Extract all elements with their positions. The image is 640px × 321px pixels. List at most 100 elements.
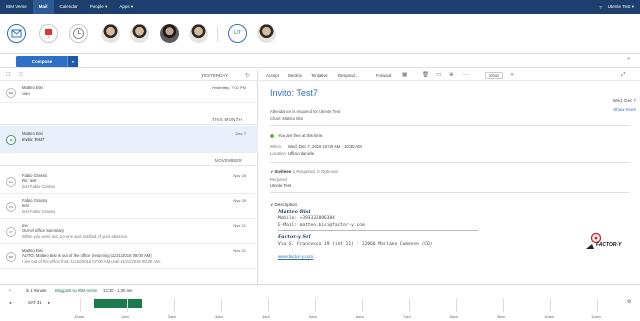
timeline-gridline (315, 298, 316, 312)
mail-clock-icon[interactable] (7, 24, 26, 43)
contact-avatar[interactable] (189, 24, 208, 43)
list-item[interactable]: UT me Out-of-office Summary While you we… (0, 219, 258, 244)
timeline-gridline (503, 298, 504, 312)
calendar-timeline: ⌄ in 1 minute Blogpost su IBM Verse 12:3… (0, 284, 640, 321)
timeline-tick-label: 4am (262, 314, 270, 319)
nav-people[interactable]: People ▾ (84, 0, 114, 14)
people-bar: 7 UT (0, 14, 640, 54)
timeline-gridline (362, 298, 363, 312)
timeline-gridline (456, 298, 457, 312)
when-label: When (270, 144, 281, 149)
contact-avatar[interactable] (101, 24, 120, 43)
folder-icon[interactable]: ▭ (436, 72, 441, 78)
description-section[interactable]: ∨ Description (270, 202, 297, 208)
timeline-gridline (127, 298, 128, 312)
subject: Invito: Test7 (22, 137, 45, 142)
expand-icon[interactable]: ⤢ (621, 72, 625, 79)
list-item[interactable]: MB Matteo Bisi AUTO: Matteo Bisi is out … (0, 244, 258, 269)
respond-button[interactable]: Respond... (338, 73, 358, 78)
subject: ciao (22, 91, 30, 96)
group-header: NOVEMBER (0, 156, 258, 166)
nav-calendar[interactable]: Calendar (54, 0, 84, 14)
signature-name: Matteo Bisi (278, 209, 311, 215)
lock-icon[interactable]: ⊕ (449, 72, 454, 78)
collapse-icon[interactable]: ⌄ (8, 287, 12, 293)
more-icon[interactable]: ⋯ (463, 72, 469, 78)
contact-avatar[interactable] (257, 24, 276, 43)
avatar: FG (6, 177, 16, 187)
divider (278, 230, 478, 231)
select-all-icon[interactable]: ☐ (6, 72, 10, 78)
timeline-event[interactable] (94, 299, 142, 308)
next-day-icon[interactable]: ▸ (48, 300, 50, 306)
nav-mail[interactable]: Mail (32, 0, 54, 14)
list-header-date: YESTERDAY (201, 73, 228, 78)
show-more-link[interactable]: Show more (613, 107, 636, 112)
chair-text: Chair: Matteo Bisi (270, 116, 304, 121)
chevron-down-icon[interactable]: ▾ (67, 55, 78, 67)
timeline-gridline (409, 298, 410, 312)
list-item[interactable]: MB Matteo Bisi ciao Yesterday, 7:02 PM ↩ (0, 82, 258, 103)
sender: Matteo Bisi (22, 131, 43, 136)
accept-button[interactable]: Accept (266, 73, 279, 78)
signature-email: E-Mail: matteo.bisi@factor-y.com (278, 223, 365, 228)
when-value: Wed, Dec 7, 2016 10:00 AM - 10:30 AM (288, 144, 362, 149)
prev-day-icon[interactable]: ◂ (9, 300, 11, 306)
options-icon[interactable]: ⚙ (627, 299, 631, 305)
timeline-gridline (268, 298, 269, 312)
question-icon[interactable]: ? (599, 5, 602, 10)
signature-website-link[interactable]: www.factor-y.com (278, 254, 313, 259)
trash-icon[interactable]: 🗑 (422, 72, 429, 78)
timeline-tick-label: 2am (168, 314, 176, 319)
chevron-down-icon: ▾ (130, 4, 134, 9)
user-menu[interactable]: Utente Test ▾ (608, 4, 634, 10)
group-header: THIS MONTH (0, 115, 258, 125)
timeline-tick-label: 8am (450, 314, 458, 319)
folder-tag[interactable]: Inbox (485, 72, 504, 79)
subject: Out-of-office Summary (22, 228, 65, 233)
location-value: Ufficio daniele (288, 151, 315, 156)
date: Nov 21 (233, 223, 246, 228)
filter-icon[interactable]: ▽ (19, 72, 23, 78)
refresh-icon[interactable]: ↻ (245, 72, 250, 79)
sender: Matteo Bisi (22, 85, 43, 90)
reply-icon: ✕ (510, 72, 515, 78)
list-item[interactable]: ▦ Matteo Bisi Invito: Test7 Dec 7 (0, 126, 258, 153)
calendar-icon: ▦ (6, 135, 16, 145)
clock-icon[interactable] (69, 24, 88, 43)
decline-button[interactable]: Decline (288, 73, 302, 78)
calendar-badge-icon[interactable]: 7 (39, 24, 58, 43)
timeline-gridline (597, 298, 598, 312)
compose-label: Compose (31, 58, 53, 64)
compose-button[interactable]: Compose ▾ (16, 55, 78, 67)
search-icon[interactable]: ⌕ (627, 56, 630, 63)
reading-pane: Accept Decline Tentative Respond... Forw… (259, 70, 640, 284)
chevron-down-icon: ▾ (105, 4, 108, 9)
calendar-icon[interactable]: ▦ (402, 72, 407, 78)
compose-bar: Compose ▾ ⌕ (0, 54, 640, 68)
list-item[interactable]: FG Fabio Grasso test test Fabio Grasso N… (0, 194, 258, 219)
timeline-gridline (221, 298, 222, 312)
nav-people-label: People (89, 4, 104, 9)
next-event-title[interactable]: Blogpost su IBM Verse (55, 288, 97, 293)
subject: Re: test (22, 178, 37, 183)
list-toolbar: ☐ ▽ YESTERDAY ↻ (0, 70, 258, 81)
forward-button[interactable]: Forward (376, 73, 391, 78)
divider (270, 192, 630, 193)
user-area: ? Utente Test ▾ (599, 4, 640, 10)
list-item[interactable]: FG Fabio Grasso Re: test test Fabio Gras… (0, 169, 258, 194)
timeline-tick-label: 11am (591, 314, 601, 319)
timeline-tick-label: 9am (497, 314, 505, 319)
invitees-section[interactable]: ∨ Invitees 1 Required, 0 Optional (270, 169, 338, 175)
date: Yesterday, 7:02 PM (211, 85, 246, 90)
contact-avatar[interactable] (160, 24, 179, 43)
required-value: Utente Test (270, 183, 292, 188)
contact-avatar[interactable] (130, 24, 149, 43)
nav-apps[interactable]: Apps ▾ (113, 0, 139, 14)
tentative-button[interactable]: Tentative (311, 73, 328, 78)
user-initials-avatar[interactable]: UT (228, 24, 247, 43)
timeline-tick-label: 7am (403, 314, 411, 319)
message-date: Wed, Dec 7 (612, 98, 636, 103)
snippet: While you were out, no-one was notified … (22, 234, 129, 239)
nav-ibm-verse[interactable]: IBM Verse (0, 0, 33, 14)
